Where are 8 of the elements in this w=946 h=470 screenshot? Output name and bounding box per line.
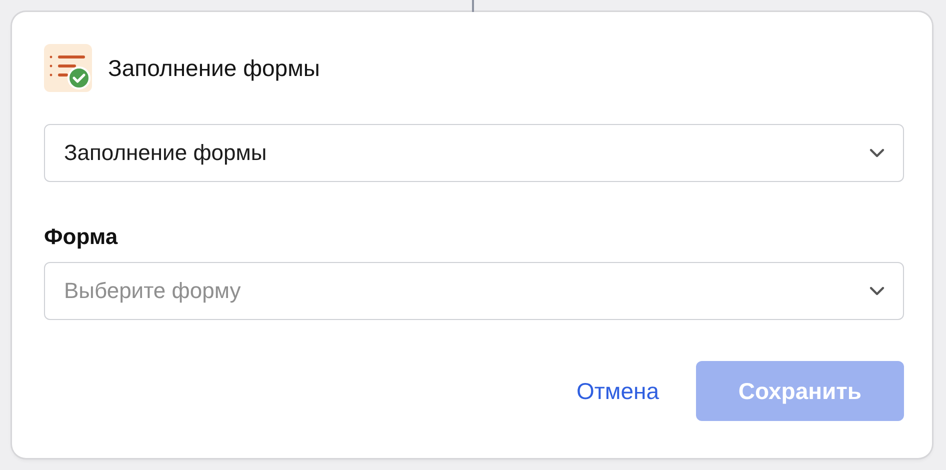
chevron-down-icon (869, 148, 885, 158)
form-select[interactable]: Выберите форму (44, 262, 904, 320)
chevron-down-icon (869, 286, 885, 296)
checklist-icon (44, 44, 92, 92)
field-label: Форма (44, 224, 119, 250)
cancel-link[interactable]: Отмена (576, 378, 659, 404)
action-select[interactable]: Заполнение формы (44, 124, 904, 182)
dialog-title: Заполнение формы (108, 54, 320, 82)
